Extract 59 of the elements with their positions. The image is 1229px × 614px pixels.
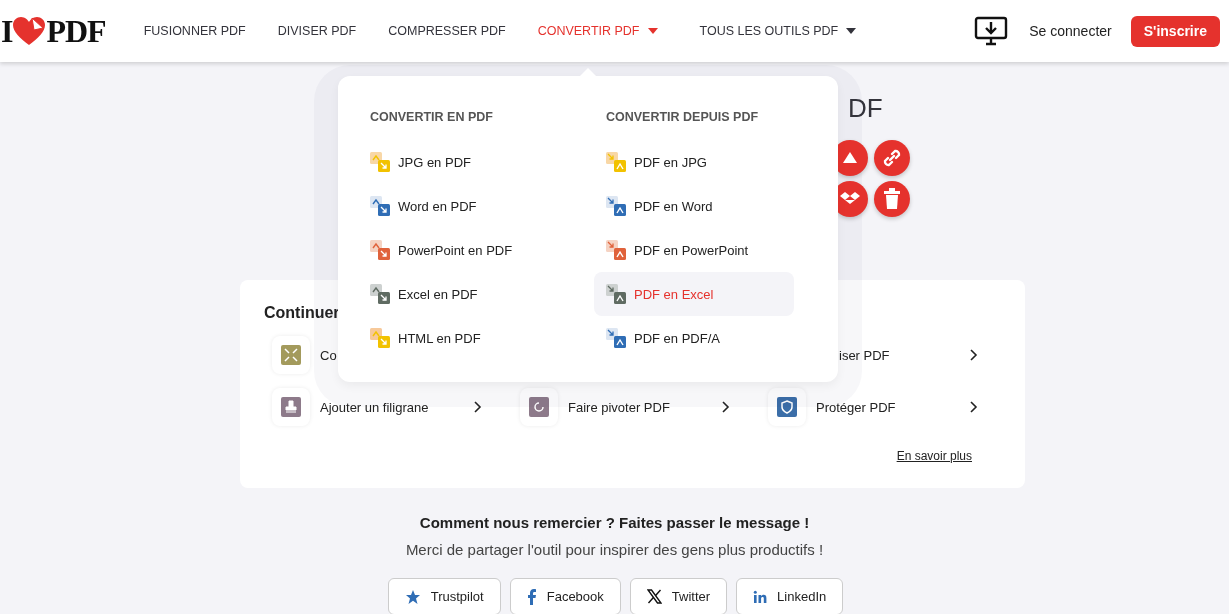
convert-from-pdf-icon — [606, 152, 626, 172]
share-button[interactable]: Facebook — [509, 578, 621, 614]
logo-text[interactable]: PDF — [46, 12, 106, 50]
menu-item[interactable]: Excel en PDF — [358, 272, 558, 316]
menu-item[interactable]: PDF en Excel — [594, 272, 794, 316]
linkedin-icon — [753, 589, 768, 604]
desktop-download-icon[interactable] — [974, 16, 1009, 46]
menu-heading: CONVERTIR DEPUIS PDF — [606, 110, 760, 124]
x-icon — [646, 589, 662, 604]
link-icon — [881, 147, 903, 169]
facebook-icon — [526, 588, 537, 605]
tool-link[interactable]: Co — [320, 347, 337, 363]
convert-to-pdf-icon — [370, 240, 390, 260]
share-button[interactable]: Twitter — [629, 578, 728, 614]
compress-icon[interactable] — [272, 336, 310, 374]
learn-more-link[interactable]: En savoir plus — [896, 449, 972, 463]
convert-to-pdf-icon — [370, 284, 390, 304]
convert-to-pdf-icon — [370, 196, 390, 216]
shield-icon[interactable] — [768, 388, 806, 426]
convert-from-pdf-icon — [606, 196, 626, 216]
link-button[interactable] — [874, 140, 910, 176]
share-button[interactable]: Trustpilot — [387, 578, 501, 614]
tool-link[interactable]: Faire pivoter PDF — [568, 399, 670, 415]
menu-heading: CONVERTIR EN PDF — [370, 110, 494, 124]
tool-title: DF — [848, 92, 883, 124]
menu-item[interactable]: PDF en PDF/A — [594, 316, 794, 360]
delete-button[interactable] — [874, 181, 910, 217]
trash-icon — [882, 188, 902, 210]
share-button[interactable]: LinkedIn — [736, 578, 844, 614]
menu-item[interactable]: PDF en JPG — [594, 140, 794, 184]
login-link[interactable]: Se connecter — [1029, 23, 1112, 39]
heart-icon — [12, 16, 47, 46]
menu-item[interactable]: PowerPoint en PDF — [358, 228, 558, 272]
nav-link[interactable]: FUSIONNER PDF — [143, 24, 246, 38]
convert-to-pdf-icon — [370, 152, 390, 172]
nav-link[interactable]: COMPRESSER PDF — [388, 24, 506, 38]
convert-from-pdf-icon — [606, 284, 626, 304]
logo-text[interactable]: I — [1, 12, 13, 50]
menu-item[interactable]: JPG en PDF — [358, 140, 558, 184]
share-title: Comment nous remercier ? Faites passer le message ! — [418, 514, 811, 531]
menu-item[interactable]: PDF en Word — [594, 184, 794, 228]
share-text: Merci de partager l'outil pour inspirer des gens plus productifs ! — [404, 541, 825, 558]
signup-button[interactable]: S'inscrire — [1130, 15, 1220, 47]
convert-from-pdf-icon — [606, 240, 626, 260]
tool-link[interactable]: iser PDF — [839, 347, 890, 363]
convert-to-pdf-icon — [370, 328, 390, 348]
menu-item[interactable]: Word en PDF — [358, 184, 558, 228]
star-icon — [404, 588, 421, 605]
tool-link[interactable]: Ajouter un filigrane — [320, 399, 429, 415]
nav-link[interactable]: TOUS LES OUTILS PDF — [699, 24, 857, 38]
stamp-icon[interactable] — [272, 388, 310, 426]
nav-link[interactable]: CONVERTIR PDF — [537, 24, 658, 38]
nav-link[interactable]: DIVISER PDF — [277, 24, 357, 38]
menu-item[interactable]: PDF en PowerPoint — [594, 228, 794, 272]
rotate-icon[interactable] — [520, 388, 558, 426]
convert-from-pdf-icon — [606, 328, 626, 348]
menu-item[interactable]: HTML en PDF — [358, 316, 558, 360]
tool-link[interactable]: Protéger PDF — [816, 399, 896, 415]
section-title: Continuer — [264, 304, 341, 322]
